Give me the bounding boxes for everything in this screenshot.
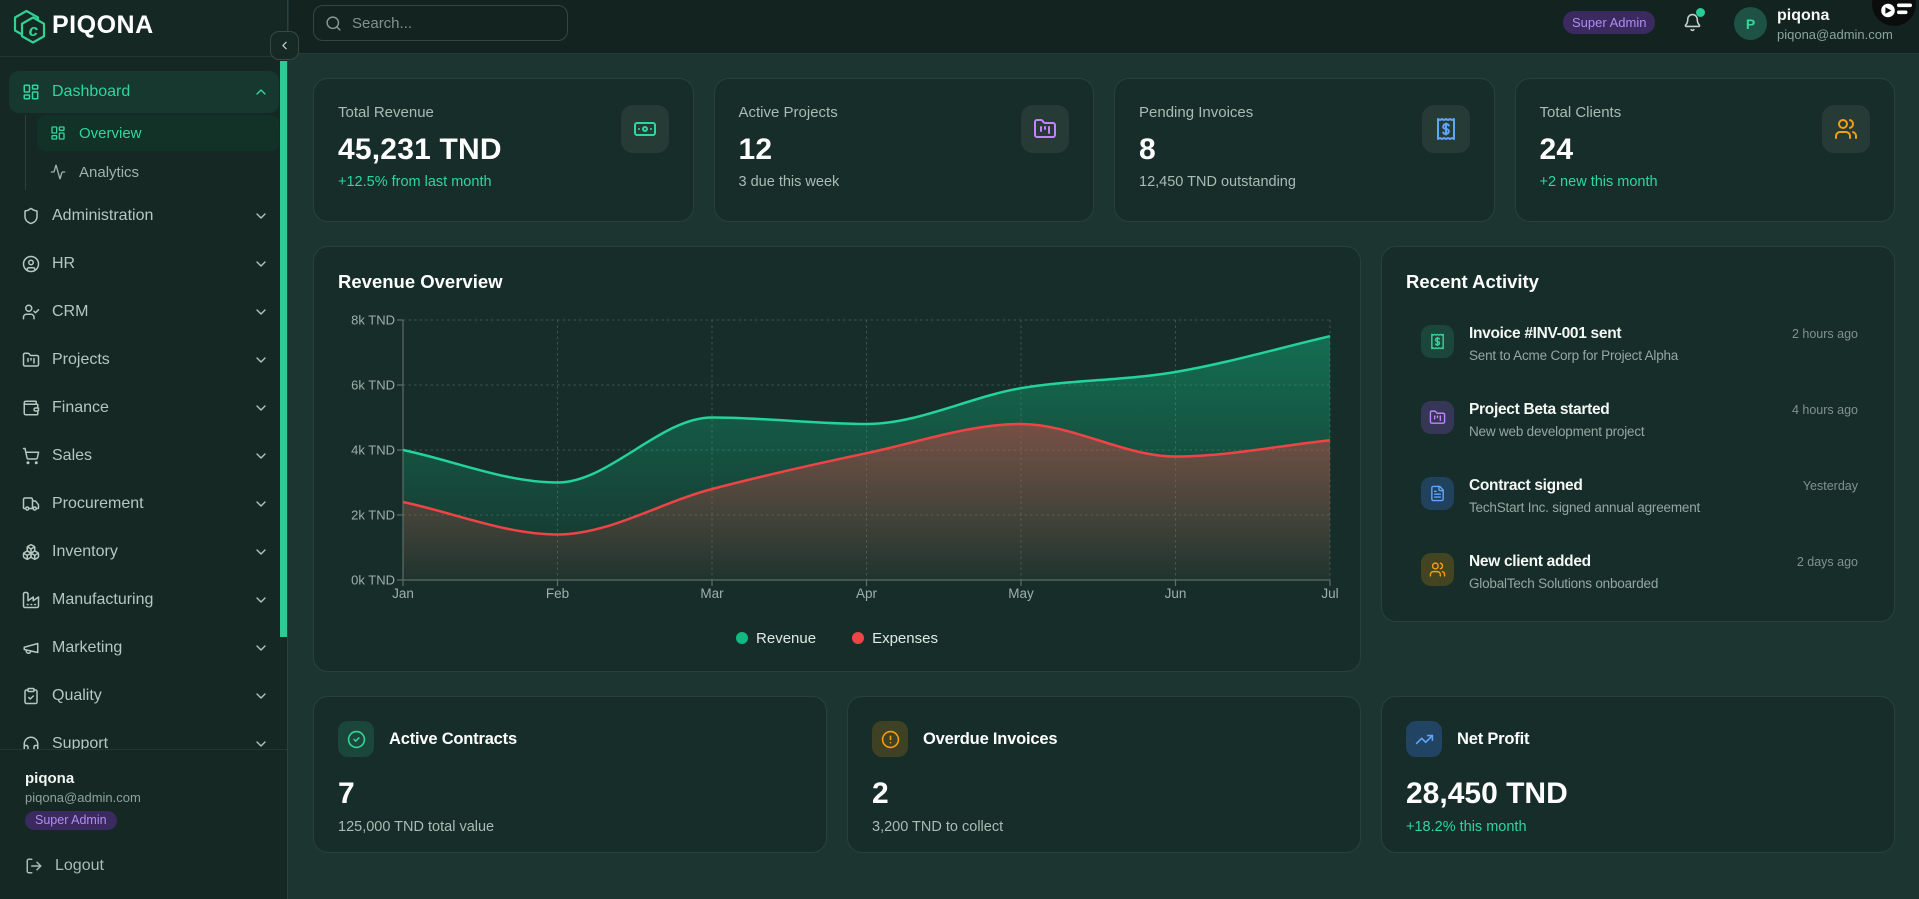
svg-text:Mar: Mar (700, 586, 724, 601)
svg-text:c: c (29, 21, 39, 40)
svg-text:8k TND: 8k TND (351, 313, 395, 328)
svg-text:0k TND: 0k TND (351, 573, 395, 588)
svg-text:6k TND: 6k TND (351, 378, 395, 393)
svg-text:Jul: Jul (1321, 586, 1338, 601)
svg-text:Apr: Apr (856, 586, 878, 601)
svg-text:4k TND: 4k TND (351, 443, 395, 458)
svg-text:Jun: Jun (1165, 586, 1187, 601)
svg-text:May: May (1008, 586, 1034, 601)
svg-text:Feb: Feb (546, 586, 569, 601)
svg-text:Jan: Jan (392, 586, 414, 601)
svg-text:2k TND: 2k TND (351, 508, 395, 523)
